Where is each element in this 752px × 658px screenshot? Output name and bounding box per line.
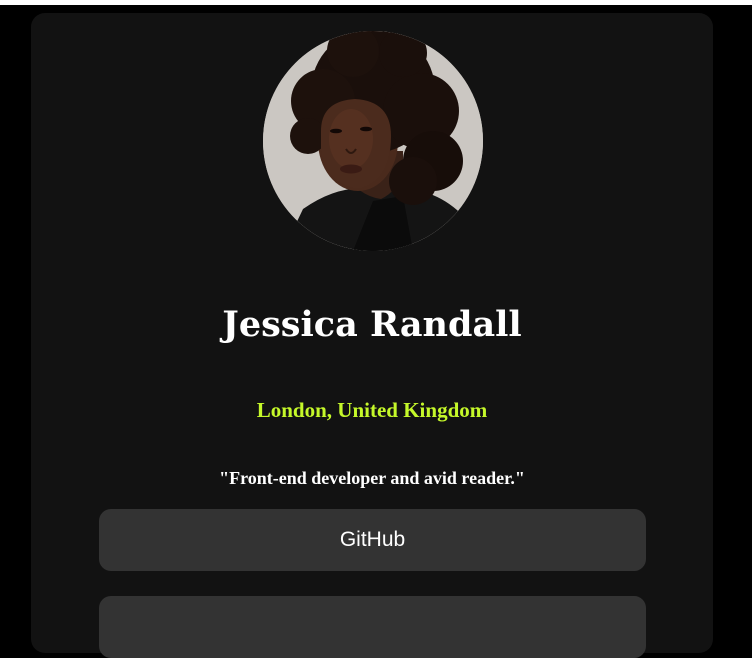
top-strip	[0, 0, 752, 5]
profile-card: Jessica Randall London, United Kingdom "…	[31, 13, 713, 658]
second-link-button[interactable]	[99, 596, 646, 658]
profile-bio: "Front-end developer and avid reader."	[219, 468, 525, 488]
github-link-button[interactable]: GitHub	[99, 509, 646, 571]
profile-name: Jessica Randall	[222, 304, 522, 345]
avatar	[263, 31, 483, 251]
profile-location: London, United Kingdom	[256, 398, 488, 422]
